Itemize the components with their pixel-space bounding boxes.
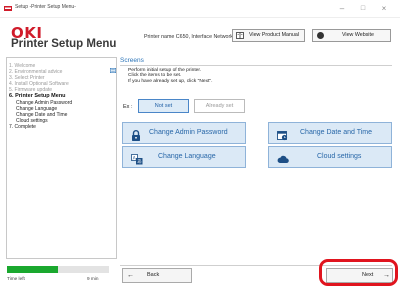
lock-icon: [131, 128, 141, 141]
change-date-time-button[interactable]: Change Date and Time: [268, 122, 392, 144]
app-name-heading: Printer Setup Menu: [11, 38, 117, 50]
instruction-line: If you have already set up, click "Next"…: [128, 78, 213, 84]
steps-sidebar: 1. Welcome 2. Environmental advice 3. Se…: [6, 57, 117, 259]
example-label: Ex :: [123, 104, 133, 110]
window-title: Setup -Printer Setup Menu-: [15, 4, 76, 10]
view-product-manual-button[interactable]: View Product Manual: [232, 29, 305, 42]
setup-progress-bar: [7, 266, 109, 273]
cloud-settings-button[interactable]: Cloud settings: [268, 146, 392, 168]
step-printer-setup-menu: 6. Printer Setup Menu: [9, 93, 66, 100]
setup-progress-fill: [7, 266, 58, 273]
steps-list: 1. Welcome 2. Environmental advice 3. Se…: [9, 63, 72, 130]
calendar-clock-icon: [277, 128, 288, 141]
collapse-icon[interactable]: [110, 60, 117, 74]
change-date-time-label: Change Date and Time: [300, 129, 372, 136]
view-website-label: View Website: [342, 32, 374, 38]
not-set-example-badge: Not set: [138, 99, 189, 113]
svg-text:あ: あ: [137, 159, 142, 165]
globe-icon: [317, 32, 324, 39]
section-divider: [120, 65, 392, 66]
time-left-value: 9 min: [87, 276, 99, 281]
already-set-example-badge: Already set: [194, 99, 245, 113]
oki-app-icon: [4, 5, 12, 12]
app-header: OKI Printer Setup Menu Printer name C650…: [0, 18, 400, 50]
change-language-button[interactable]: Aあ Change Language: [122, 146, 246, 168]
close-button[interactable]: ×: [373, 2, 395, 15]
change-admin-password-label: Change Admin Password: [149, 129, 228, 136]
title-bar: Setup -Printer Setup Menu- – □ ×: [0, 0, 400, 18]
cloud-settings-label: Cloud settings: [317, 153, 362, 160]
minimize-button[interactable]: –: [331, 2, 353, 15]
time-left-label: Time left: [7, 276, 25, 281]
substep-change-admin-password[interactable]: Change Admin Password: [9, 100, 72, 106]
change-language-label: Change Language: [158, 153, 216, 160]
manual-book-icon: [236, 32, 244, 39]
maximize-button[interactable]: □: [352, 2, 374, 15]
back-button-label: Back: [147, 272, 160, 278]
instructions: Perform initial setup of the printer. Cl…: [128, 68, 212, 84]
cloud-icon: [277, 152, 289, 163]
view-product-manual-label: View Product Manual: [249, 32, 299, 38]
substep-change-date-time[interactable]: Change Date and Time: [9, 112, 72, 118]
language-icon: Aあ: [131, 152, 143, 165]
change-admin-password-button[interactable]: Change Admin Password: [122, 122, 246, 144]
section-title: Screens: [120, 57, 144, 64]
printer-info-text: Printer name C650, Interface Network: [144, 34, 233, 40]
next-button-highlight: [319, 259, 398, 286]
back-button[interactable]: ← Back: [122, 268, 192, 283]
step-complete: 7. Complete: [9, 123, 36, 130]
arrow-left-icon: ←: [127, 272, 134, 279]
view-website-button[interactable]: View Website: [312, 29, 391, 42]
